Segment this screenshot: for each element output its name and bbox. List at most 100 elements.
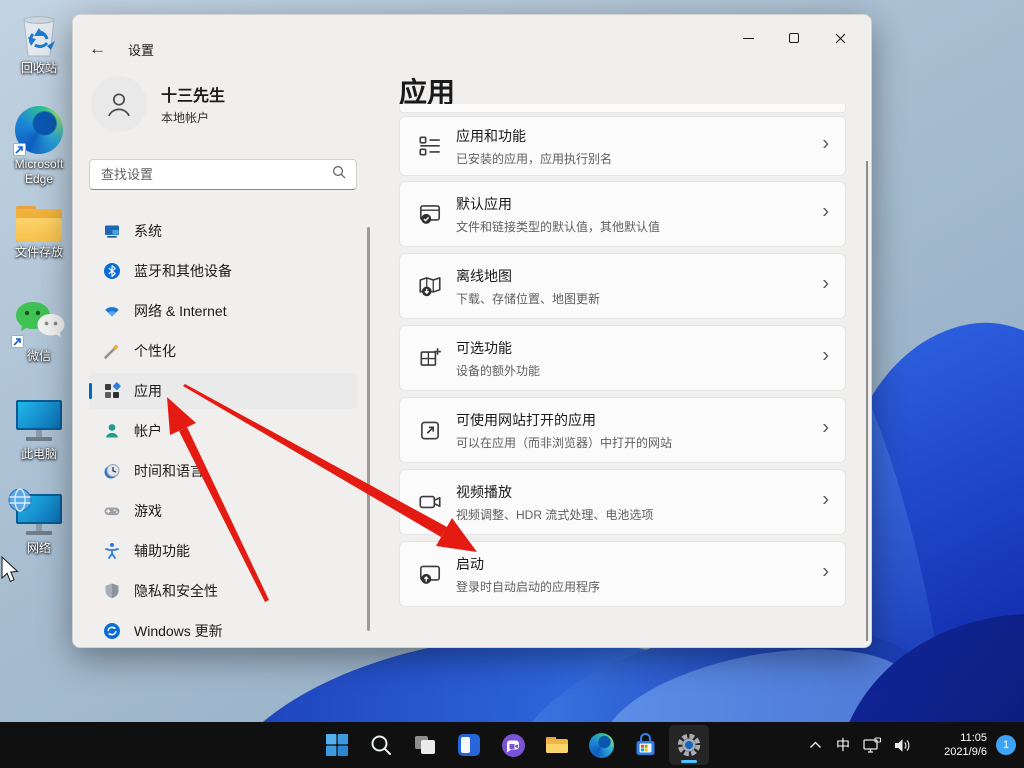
wechat-icon — [11, 300, 65, 348]
sidebar-item-label: 帐户 — [134, 423, 162, 439]
tray-network-button[interactable] — [857, 725, 887, 765]
sidebar-item-gaming[interactable]: 游戏 — [89, 493, 357, 529]
desktop-icon-wechat[interactable]: 微信 — [3, 300, 75, 364]
card-title: 离线地图 — [456, 267, 512, 284]
card-title: 可使用网站打开的应用 — [456, 411, 596, 428]
tray-chevron-button[interactable] — [801, 725, 829, 765]
sidebar-item-apps[interactable]: 应用 — [89, 373, 357, 409]
task-view-icon — [415, 736, 435, 754]
time-language-icon — [104, 464, 120, 479]
desktop-icon-label: 微信 — [26, 349, 51, 363]
card-apps-for-websites[interactable]: 可使用网站打开的应用 可以在应用（而非浏览器）中打开的网站 › — [399, 397, 846, 463]
sidebar-item-windows-update[interactable]: Windows 更新 — [89, 613, 357, 649]
widgets-icon — [458, 734, 480, 756]
card-video-playback[interactable]: 视频播放 视频调整、HDR 流式处理、电池选项 › — [399, 469, 846, 535]
sidebar-item-label: Windows 更新 — [134, 623, 223, 639]
card-startup[interactable]: 启动 登录时自动启动的应用程序 › — [399, 541, 846, 607]
user-account-block[interactable]: 十三先生 本地帐户 — [91, 76, 225, 132]
search-icon — [371, 735, 391, 755]
settings-window: ← 设置 十三先生 本地帐户 查找设置 系统 蓝牙和其他设备 网络 & Inte… — [72, 14, 872, 648]
windows-update-icon — [104, 623, 120, 639]
speaker-icon — [895, 738, 910, 752]
desktop-icon-recycle-bin[interactable]: 回收站 — [3, 12, 75, 76]
sidebar-item-accessibility[interactable]: 辅助功能 — [89, 533, 357, 569]
card-apps-features[interactable]: 应用和功能 已安装的应用，应用执行别名 › — [399, 116, 846, 176]
widgets-button[interactable] — [449, 725, 489, 765]
sidebar-item-personalization[interactable]: 个性化 — [89, 333, 357, 369]
tray-clock[interactable]: 11:05 2021/9/6 — [923, 731, 987, 759]
window-title: 设置 — [128, 42, 155, 58]
edge-icon — [13, 106, 63, 156]
desktop-icon-folder[interactable]: 文件存放 — [3, 206, 75, 260]
card-title: 可选功能 — [456, 339, 512, 356]
bluetooth-icon — [104, 263, 120, 279]
ime-indicator[interactable]: 中 — [829, 725, 857, 765]
offline-maps-icon — [419, 277, 441, 297]
card-title: 视频播放 — [456, 483, 512, 500]
settings-search-input[interactable] — [90, 167, 332, 182]
startup-icon — [419, 565, 441, 584]
tray-volume-button[interactable] — [887, 725, 917, 765]
chat-button[interactable] — [493, 725, 533, 765]
apps-icon — [105, 382, 121, 398]
sidebar-item-bluetooth-devices[interactable]: 蓝牙和其他设备 — [89, 253, 357, 289]
chevron-right-icon: › — [822, 488, 829, 511]
search-icon — [332, 165, 346, 184]
shortcut-arrow-icon — [11, 335, 24, 348]
store-icon — [636, 732, 654, 755]
content-scrollbar[interactable] — [866, 161, 868, 641]
apps-for-websites-icon — [421, 421, 439, 440]
store-button[interactable] — [625, 725, 665, 765]
card-subtitle: 设备的额外功能 — [456, 363, 541, 378]
task-view-button[interactable] — [405, 725, 445, 765]
notification-badge[interactable]: 1 — [996, 735, 1016, 755]
settings-gear-icon — [677, 733, 701, 757]
card-subtitle: 可以在应用（而非浏览器）中打开的网站 — [456, 435, 673, 450]
desktop-screen: 回收站 Microsoft Edge 文件存放 微信 此电脑 网络 ← 设置 十… — [0, 0, 1024, 768]
sidebar-item-time-language[interactable]: 时间和语言 — [89, 453, 357, 489]
folder-icon — [16, 206, 62, 242]
mouse-cursor — [1, 556, 19, 583]
settings-button-active[interactable] — [669, 725, 709, 765]
network-icon — [8, 488, 65, 538]
wifi-icon — [105, 307, 119, 317]
brush-icon — [104, 344, 119, 359]
maximize-button[interactable] — [771, 21, 817, 55]
desktop-icon-edge[interactable]: Microsoft Edge — [3, 106, 75, 187]
desktop-icon-network[interactable]: 网络 — [3, 488, 75, 556]
desktop-icon-this-pc[interactable]: 此电脑 — [3, 400, 75, 462]
settings-search-box[interactable] — [89, 159, 357, 190]
file-explorer-button[interactable] — [537, 725, 577, 765]
card-default-apps[interactable]: 默认应用 文件和链接类型的默认值，其他默认值 › — [399, 181, 846, 247]
accounts-icon — [106, 424, 118, 438]
sidebar-item-label: 网络 & Internet — [134, 303, 227, 319]
sidebar-item-accounts[interactable]: 帐户 — [89, 413, 357, 449]
shortcut-arrow-icon — [13, 143, 26, 156]
sidebar-item-label: 游戏 — [134, 503, 162, 519]
back-button[interactable]: ← — [89, 39, 106, 59]
avatar — [91, 76, 147, 132]
card-subtitle: 下载、存储位置、地图更新 — [456, 291, 601, 306]
taskbar-search-button[interactable] — [361, 725, 401, 765]
sidebar-item-system[interactable]: 系统 — [89, 213, 357, 249]
chevron-right-icon: › — [822, 272, 829, 295]
card-subtitle: 视频调整、HDR 流式处理、电池选项 — [456, 507, 654, 522]
start-icon — [326, 734, 348, 756]
edge-icon — [588, 732, 614, 758]
sidebar-item-privacy-security[interactable]: 隐私和安全性 — [89, 573, 357, 609]
sidebar-item-label: 系统 — [134, 223, 162, 239]
chevron-right-icon: › — [822, 200, 829, 223]
optional-features-icon — [420, 348, 441, 366]
card-subtitle: 文件和链接类型的默认值，其他默认值 — [456, 219, 661, 234]
start-button[interactable] — [317, 725, 357, 765]
chevron-right-icon: › — [822, 132, 829, 155]
desktop-icon-label: 回收站 — [20, 61, 57, 75]
card-offline-maps[interactable]: 离线地图 下载、存储位置、地图更新 › — [399, 253, 846, 319]
minimize-button[interactable] — [725, 21, 771, 55]
sidebar-item-label: 时间和语言 — [134, 463, 204, 479]
close-button[interactable] — [817, 21, 863, 55]
sidebar-scrollbar[interactable] — [367, 227, 370, 631]
sidebar-item-network-internet[interactable]: 网络 & Internet — [89, 293, 357, 329]
card-optional-features[interactable]: 可选功能 设备的额外功能 › — [399, 325, 846, 391]
edge-button[interactable] — [581, 725, 621, 765]
